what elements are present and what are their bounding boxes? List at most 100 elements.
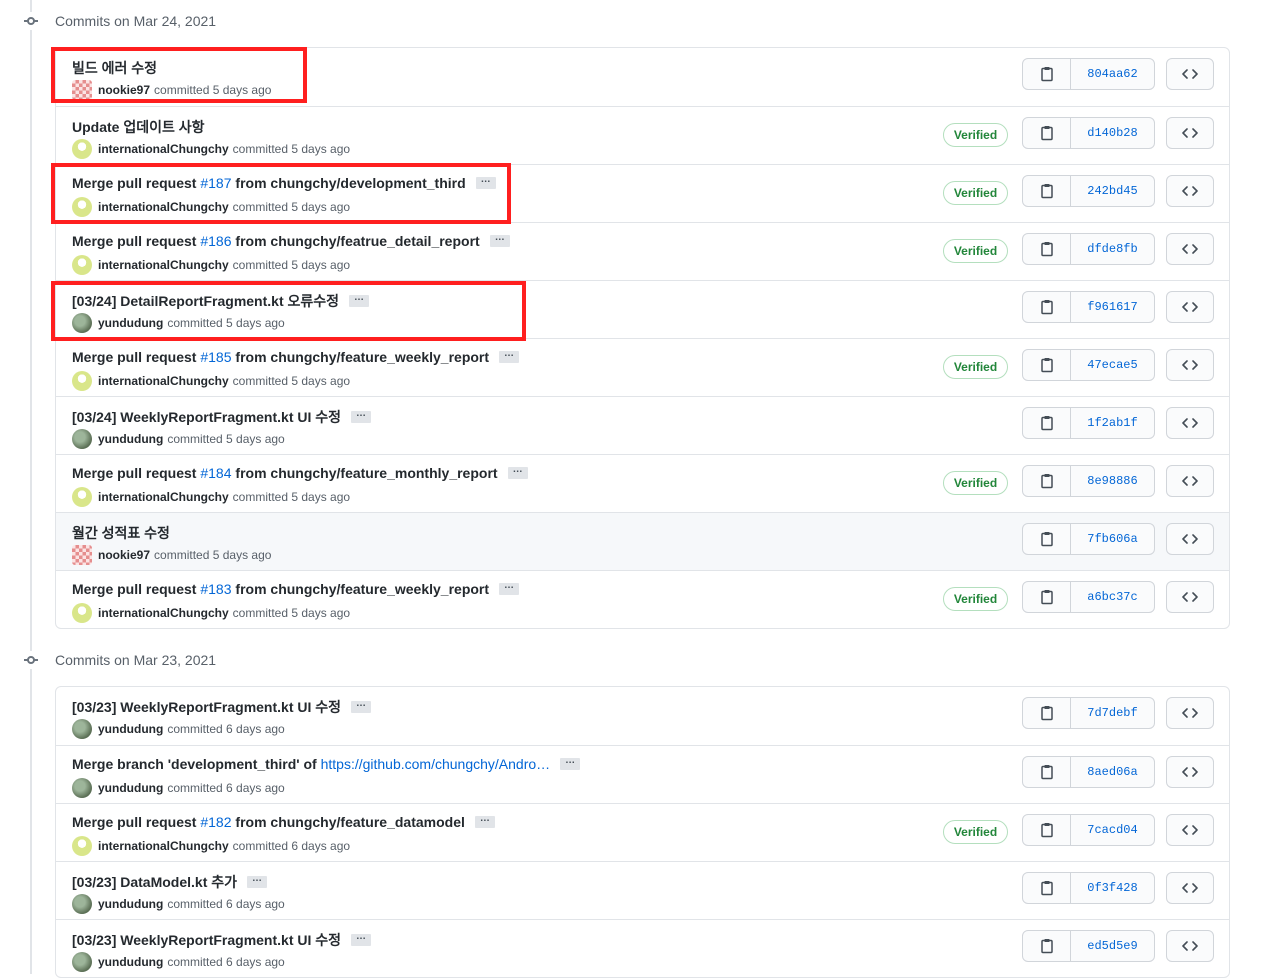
commit-message[interactable]: Merge pull request #186 from chungchy/fe… [72, 233, 510, 249]
avatar[interactable] [72, 603, 92, 623]
avatar[interactable] [72, 255, 92, 275]
repo-url-link[interactable]: https://github.com/chungchy/Andro… [321, 756, 551, 772]
commit-message[interactable]: [03/23] DataModel.kt 추가… [72, 872, 268, 892]
expand-message-button[interactable]: … [489, 233, 510, 247]
author-link[interactable]: yundudung [98, 955, 163, 969]
avatar[interactable] [72, 719, 92, 739]
commit-message[interactable]: [03/24] DetailReportFragment.kt 오류수정… [72, 291, 370, 311]
commit-sha-link[interactable]: 7cacd04 [1071, 815, 1154, 845]
pull-request-link[interactable]: #185 [200, 349, 231, 365]
copy-sha-button[interactable] [1023, 176, 1071, 206]
author-link[interactable]: internationalChungchy [98, 258, 229, 272]
commit-message[interactable]: 월간 성적표 수정 [72, 523, 170, 543]
commit-sha-link[interactable]: 7fb606a [1071, 524, 1154, 554]
browse-repository-button[interactable] [1166, 581, 1214, 613]
commit-sha-link[interactable]: 8e98886 [1071, 466, 1154, 496]
pull-request-link[interactable]: #187 [200, 175, 231, 191]
copy-sha-button[interactable] [1023, 350, 1071, 380]
browse-repository-button[interactable] [1166, 175, 1214, 207]
commit-message[interactable]: Merge pull request #185 from chungchy/fe… [72, 349, 520, 365]
commit-sha-link[interactable]: dfde8fb [1071, 234, 1154, 264]
copy-sha-button[interactable] [1023, 873, 1071, 903]
copy-sha-button[interactable] [1023, 59, 1071, 89]
author-link[interactable]: internationalChungchy [98, 839, 229, 853]
author-link[interactable]: nookie97 [98, 83, 150, 97]
commit-message[interactable]: Merge branch 'development_third' of http… [72, 756, 581, 772]
commit-sha-link[interactable]: 8aed06a [1071, 757, 1154, 787]
verified-badge[interactable]: Verified [943, 239, 1008, 263]
commit-sha-link[interactable]: f961617 [1071, 292, 1154, 322]
commit-message[interactable]: [03/23] WeeklyReportFragment.kt UI 수정… [72, 697, 372, 717]
copy-sha-button[interactable] [1023, 524, 1071, 554]
author-link[interactable]: yundudung [98, 781, 163, 795]
verified-badge[interactable]: Verified [943, 355, 1008, 379]
browse-repository-button[interactable] [1166, 697, 1214, 729]
expand-message-button[interactable]: … [560, 756, 581, 770]
copy-sha-button[interactable] [1023, 466, 1071, 496]
verified-badge[interactable]: Verified [943, 471, 1008, 495]
expand-message-button[interactable]: … [351, 409, 372, 423]
commit-sha-link[interactable]: 47ecae5 [1071, 350, 1154, 380]
expand-message-button[interactable]: … [349, 293, 370, 307]
avatar[interactable] [72, 197, 92, 217]
commit-message[interactable]: Merge pull request #184 from chungchy/fe… [72, 465, 528, 481]
author-link[interactable]: internationalChungchy [98, 606, 229, 620]
pull-request-link[interactable]: #182 [200, 814, 231, 830]
commit-sha-link[interactable]: ed5d5e9 [1071, 931, 1154, 961]
browse-repository-button[interactable] [1166, 756, 1214, 788]
browse-repository-button[interactable] [1166, 523, 1214, 555]
browse-repository-button[interactable] [1166, 349, 1214, 381]
expand-message-button[interactable]: … [351, 932, 372, 946]
expand-message-button[interactable]: … [247, 874, 268, 888]
commit-message[interactable]: Update 업데이트 사항 [72, 117, 205, 137]
browse-repository-button[interactable] [1166, 291, 1214, 323]
avatar[interactable] [72, 836, 92, 856]
pull-request-link[interactable]: #184 [200, 465, 231, 481]
author-link[interactable]: nookie97 [98, 548, 150, 562]
author-link[interactable]: yundudung [98, 432, 163, 446]
commit-sha-link[interactable]: 1f2ab1f [1071, 408, 1154, 438]
expand-message-button[interactable]: … [474, 814, 495, 828]
commit-message[interactable]: Merge pull request #187 from chungchy/de… [72, 175, 496, 191]
commit-message[interactable]: Merge pull request #183 from chungchy/fe… [72, 581, 520, 597]
avatar[interactable] [72, 952, 92, 972]
commit-sha-link[interactable]: 804aa62 [1071, 59, 1154, 89]
expand-message-button[interactable]: … [499, 581, 520, 595]
pull-request-link[interactable]: #183 [200, 581, 231, 597]
avatar[interactable] [72, 778, 92, 798]
expand-message-button[interactable]: … [351, 699, 372, 713]
expand-message-button[interactable]: … [499, 349, 520, 363]
author-link[interactable]: internationalChungchy [98, 490, 229, 504]
commit-message[interactable]: 빌드 에러 수정 [72, 58, 157, 78]
commit-sha-link[interactable]: a6bc37c [1071, 582, 1154, 612]
expand-message-button[interactable]: … [475, 175, 496, 189]
browse-repository-button[interactable] [1166, 814, 1214, 846]
verified-badge[interactable]: Verified [943, 181, 1008, 205]
browse-repository-button[interactable] [1166, 872, 1214, 904]
author-link[interactable]: yundudung [98, 897, 163, 911]
copy-sha-button[interactable] [1023, 582, 1071, 612]
avatar[interactable] [72, 80, 92, 100]
copy-sha-button[interactable] [1023, 815, 1071, 845]
copy-sha-button[interactable] [1023, 118, 1071, 148]
avatar[interactable] [72, 139, 92, 159]
copy-sha-button[interactable] [1023, 698, 1071, 728]
commit-sha-link[interactable]: 7d7debf [1071, 698, 1154, 728]
author-link[interactable]: yundudung [98, 722, 163, 736]
commit-sha-link[interactable]: 0f3f428 [1071, 873, 1154, 903]
avatar[interactable] [72, 545, 92, 565]
browse-repository-button[interactable] [1166, 407, 1214, 439]
commit-message[interactable]: [03/23] WeeklyReportFragment.kt UI 수정… [72, 930, 372, 950]
browse-repository-button[interactable] [1166, 58, 1214, 90]
pull-request-link[interactable]: #186 [200, 233, 231, 249]
verified-badge[interactable]: Verified [943, 123, 1008, 147]
commit-message[interactable]: [03/24] WeeklyReportFragment.kt UI 수정… [72, 407, 372, 427]
avatar[interactable] [72, 487, 92, 507]
avatar[interactable] [72, 429, 92, 449]
avatar[interactable] [72, 371, 92, 391]
commit-sha-link[interactable]: d140b28 [1071, 118, 1154, 148]
browse-repository-button[interactable] [1166, 465, 1214, 497]
author-link[interactable]: yundudung [98, 316, 163, 330]
copy-sha-button[interactable] [1023, 757, 1071, 787]
copy-sha-button[interactable] [1023, 292, 1071, 322]
